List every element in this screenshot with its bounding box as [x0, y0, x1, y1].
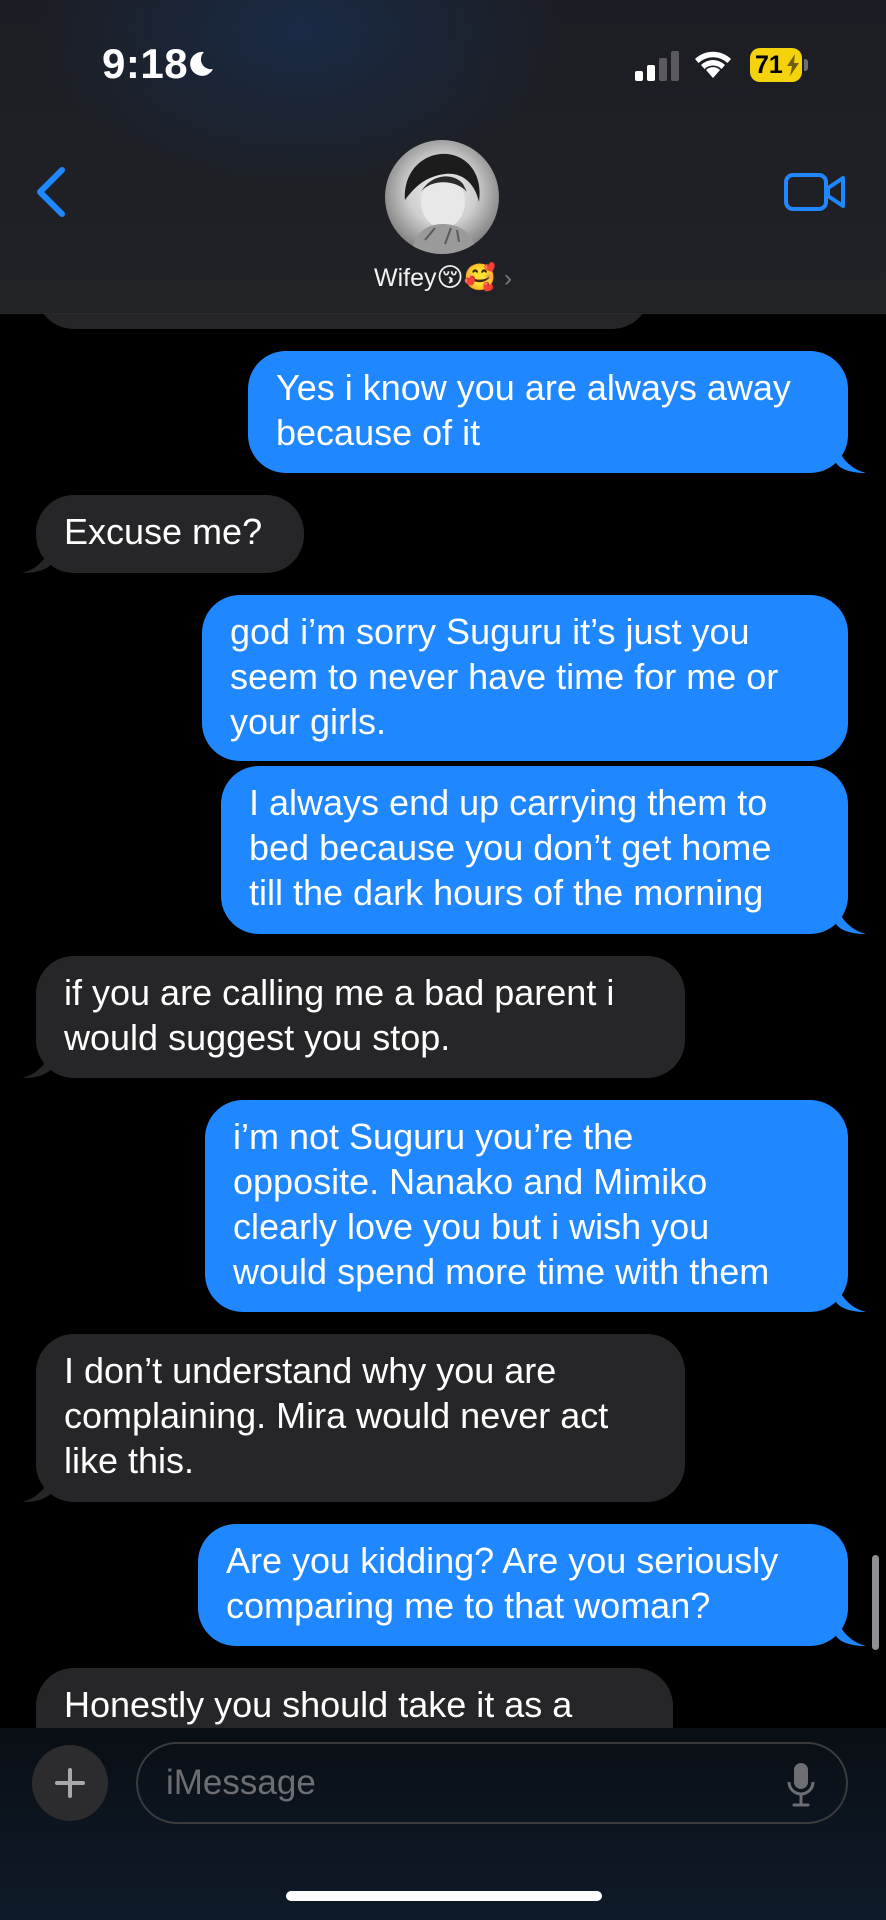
- plus-button[interactable]: [32, 1745, 108, 1821]
- message-bubble-incoming[interactable]: I don’t understand why you are complaini…: [36, 1334, 685, 1502]
- back-chevron-icon[interactable]: [28, 162, 78, 222]
- bubble-tail-icon: [836, 904, 866, 934]
- avatar-portrait-icon: [404, 153, 480, 254]
- scrollbar[interactable]: [872, 1555, 879, 1650]
- contact-name: Wifey: [374, 264, 437, 292]
- message-bubble-outgoing[interactable]: I always end up carrying them to bed bec…: [221, 766, 848, 934]
- conversation-header: 9:18 71 Wifey😚🥰 ›: [0, 0, 886, 314]
- bubble-tail-icon: [836, 1282, 866, 1312]
- battery-charging-icon: 71: [750, 48, 808, 82]
- cellular-signal-icon: [635, 51, 679, 81]
- message-bubble-incoming[interactable]: Excuse me?: [36, 495, 304, 573]
- bubble-tail-icon: [22, 1048, 52, 1078]
- status-time: 9:18: [102, 40, 189, 87]
- message-bubble-outgoing[interactable]: i’m not Suguru you’re the opposite. Nana…: [205, 1100, 848, 1312]
- bubble-tail-icon: [22, 1472, 52, 1502]
- home-indicator[interactable]: [286, 1891, 602, 1901]
- contact-emojis: 😚🥰: [436, 262, 496, 292]
- message-input[interactable]: [136, 1742, 848, 1824]
- bubble-tail-icon: [836, 443, 866, 473]
- bubble-tail-icon: [22, 543, 52, 573]
- message-bubble-outgoing[interactable]: Are you kidding? Are you seriously compa…: [198, 1524, 848, 1646]
- message-bubble-outgoing[interactable]: Yes i know you are always away because o…: [248, 351, 848, 473]
- wifi-icon: [695, 51, 731, 78]
- moon-icon: [190, 51, 213, 76]
- video-camera-icon[interactable]: [783, 170, 847, 214]
- bubble-tail-icon: [836, 1616, 866, 1646]
- bolt-icon: [787, 54, 799, 76]
- message-bubble-incoming[interactable]: if you are calling me a bad parent i wou…: [36, 956, 685, 1078]
- microphone-icon[interactable]: [786, 1762, 816, 1808]
- chevron-right-icon: ›: [503, 265, 512, 292]
- message-bubble-outgoing[interactable]: god i’m sorry Suguru it’s just you seem …: [202, 595, 848, 761]
- contact-name-button[interactable]: Wifey😚🥰 ›: [0, 262, 886, 293]
- message-bubble-incoming[interactable]: Honestly you should take it as a: [36, 1668, 673, 1730]
- plus-icon: [55, 1768, 85, 1798]
- battery-cap: [804, 59, 808, 71]
- avatar[interactable]: [385, 140, 499, 254]
